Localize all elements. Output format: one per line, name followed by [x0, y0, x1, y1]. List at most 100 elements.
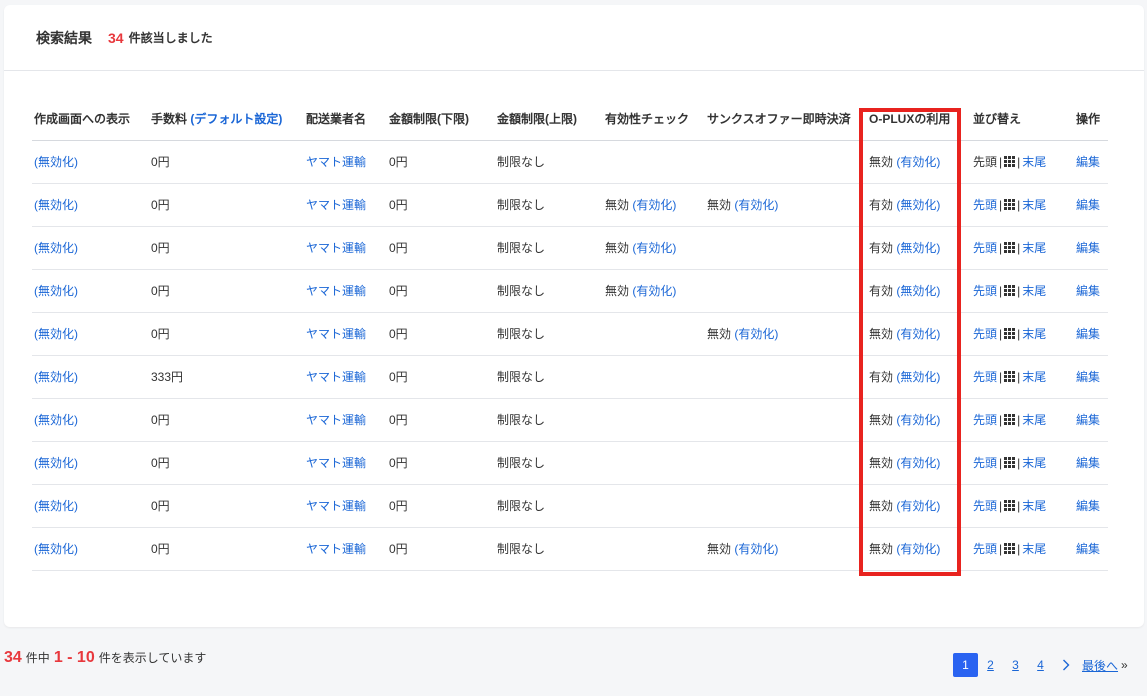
edit-link[interactable]: 編集	[1076, 198, 1100, 212]
drag-handle-icon[interactable]	[1004, 285, 1016, 299]
display-toggle-link[interactable]: (無効化)	[34, 542, 78, 556]
display-toggle-link[interactable]: (無効化)	[34, 284, 78, 298]
display-toggle-link[interactable]: (無効化)	[34, 241, 78, 255]
display-toggle-link[interactable]: (無効化)	[34, 155, 78, 169]
edit-link[interactable]: 編集	[1076, 284, 1100, 298]
sort-bottom-link[interactable]: 末尾	[1022, 155, 1046, 169]
max-amount-cell: 制限なし	[495, 140, 603, 184]
oplux-toggle-link[interactable]: (有効化)	[896, 413, 940, 427]
drag-handle-icon[interactable]	[1004, 543, 1016, 557]
sort-top-link[interactable]: 先頭	[973, 284, 997, 298]
oplux-toggle-link[interactable]: (有効化)	[896, 456, 940, 470]
oplux-toggle-link[interactable]: (有効化)	[896, 542, 940, 556]
sort-top-link[interactable]: 先頭	[973, 542, 997, 556]
thanks-offer-toggle-link[interactable]: (有効化)	[734, 542, 778, 556]
sort-top-link[interactable]: 先頭	[973, 456, 997, 470]
carrier-link[interactable]: ヤマト運輸	[306, 413, 366, 427]
sort-top-link[interactable]: 先頭	[973, 499, 997, 513]
page-1[interactable]: 1	[953, 653, 978, 677]
drag-handle-icon[interactable]	[1004, 242, 1016, 256]
oplux-toggle-link[interactable]: (有効化)	[896, 499, 940, 513]
edit-link[interactable]: 編集	[1076, 542, 1100, 556]
oplux-toggle-link[interactable]: (無効化)	[896, 370, 940, 384]
thanks-offer-cell: 無効 (有効化)	[705, 312, 867, 356]
thanks-offer-toggle-link[interactable]: (有効化)	[734, 198, 778, 212]
edit-link[interactable]: 編集	[1076, 155, 1100, 169]
oplux-status: 有効	[869, 241, 894, 255]
fee-cell: 0円	[149, 269, 304, 313]
sort-bottom-link[interactable]: 末尾	[1022, 284, 1046, 298]
col-sort: 並び替え	[971, 98, 1074, 141]
display-toggle-link[interactable]: (無効化)	[34, 413, 78, 427]
display-toggle-link[interactable]: (無効化)	[34, 499, 78, 513]
sort-bottom-link[interactable]: 末尾	[1022, 370, 1046, 384]
sort-top-link[interactable]: 先頭	[973, 327, 997, 341]
edit-link[interactable]: 編集	[1076, 327, 1100, 341]
max-amount-cell: 制限なし	[495, 484, 603, 528]
display-cell: (無効化)	[32, 226, 149, 270]
validity-cell	[603, 398, 705, 442]
sort-bottom-link[interactable]: 末尾	[1022, 198, 1046, 212]
validity-toggle-link[interactable]: (有効化)	[632, 198, 676, 212]
page-3[interactable]: 3	[1003, 653, 1028, 677]
sort-separator: |	[999, 241, 1003, 255]
carrier-link[interactable]: ヤマト運輸	[306, 241, 366, 255]
fee-cell: 0円	[149, 140, 304, 184]
display-toggle-link[interactable]: (無効化)	[34, 198, 78, 212]
thanks-offer-toggle-link[interactable]: (有効化)	[734, 327, 778, 341]
sort-top-link[interactable]: 先頭	[973, 198, 997, 212]
carrier-link[interactable]: ヤマト運輸	[306, 370, 366, 384]
carrier-link[interactable]: ヤマト運輸	[306, 327, 366, 341]
carrier-link[interactable]: ヤマト運輸	[306, 456, 366, 470]
last-page-link[interactable]: 最後へ	[1082, 657, 1118, 674]
carrier-link[interactable]: ヤマト運輸	[306, 284, 366, 298]
page-2[interactable]: 2	[978, 653, 1003, 677]
sort-separator: |	[1017, 284, 1021, 298]
sort-bottom-link[interactable]: 末尾	[1022, 241, 1046, 255]
thanks-offer-cell	[705, 226, 867, 270]
drag-handle-icon[interactable]	[1004, 199, 1016, 213]
sort-bottom-link[interactable]: 末尾	[1022, 327, 1046, 341]
sort-bottom-link[interactable]: 末尾	[1022, 413, 1046, 427]
validity-cell	[603, 484, 705, 528]
validity-toggle-link[interactable]: (有効化)	[632, 241, 676, 255]
oplux-toggle-link[interactable]: (無効化)	[896, 198, 940, 212]
sort-separator: |	[999, 542, 1003, 556]
validity-toggle-link[interactable]: (有効化)	[632, 284, 676, 298]
oplux-toggle-link[interactable]: (無効化)	[896, 284, 940, 298]
oplux-toggle-link[interactable]: (有効化)	[896, 155, 940, 169]
edit-link[interactable]: 編集	[1076, 370, 1100, 384]
carrier-link[interactable]: ヤマト運輸	[306, 499, 366, 513]
drag-handle-icon[interactable]	[1004, 414, 1016, 428]
col-fee-label: 手数料	[151, 112, 188, 127]
display-toggle-link[interactable]: (無効化)	[34, 327, 78, 341]
sort-bottom-link[interactable]: 末尾	[1022, 456, 1046, 470]
sort-bottom-link[interactable]: 末尾	[1022, 542, 1046, 556]
carrier-link[interactable]: ヤマト運輸	[306, 542, 366, 556]
page-4[interactable]: 4	[1028, 653, 1053, 677]
oplux-toggle-link[interactable]: (有効化)	[896, 327, 940, 341]
sort-top-link[interactable]: 先頭	[973, 413, 997, 427]
carrier-link[interactable]: ヤマト運輸	[306, 155, 366, 169]
oplux-toggle-link[interactable]: (無効化)	[896, 241, 940, 255]
drag-handle-icon[interactable]	[1004, 156, 1016, 170]
edit-link[interactable]: 編集	[1076, 413, 1100, 427]
display-toggle-link[interactable]: (無効化)	[34, 456, 78, 470]
drag-handle-icon[interactable]	[1004, 328, 1016, 342]
drag-handle-icon[interactable]	[1004, 500, 1016, 514]
edit-link[interactable]: 編集	[1076, 499, 1100, 513]
drag-handle-icon[interactable]	[1004, 371, 1016, 385]
sort-top-link[interactable]: 先頭	[973, 241, 997, 255]
drag-handle-icon[interactable]	[1004, 457, 1016, 471]
edit-link[interactable]: 編集	[1076, 241, 1100, 255]
thanks-offer-cell: 無効 (有効化)	[705, 527, 867, 571]
col-fee-default-link[interactable]: (デフォルト設定)	[190, 112, 282, 126]
chevron-right-icon[interactable]	[1053, 653, 1078, 677]
sort-top-link[interactable]: 先頭	[973, 370, 997, 384]
thanks-offer-cell	[705, 269, 867, 313]
sort-bottom-link[interactable]: 末尾	[1022, 499, 1046, 513]
carrier-link[interactable]: ヤマト運輸	[306, 198, 366, 212]
display-toggle-link[interactable]: (無効化)	[34, 370, 78, 384]
fee-cell: 0円	[149, 484, 304, 528]
edit-link[interactable]: 編集	[1076, 456, 1100, 470]
